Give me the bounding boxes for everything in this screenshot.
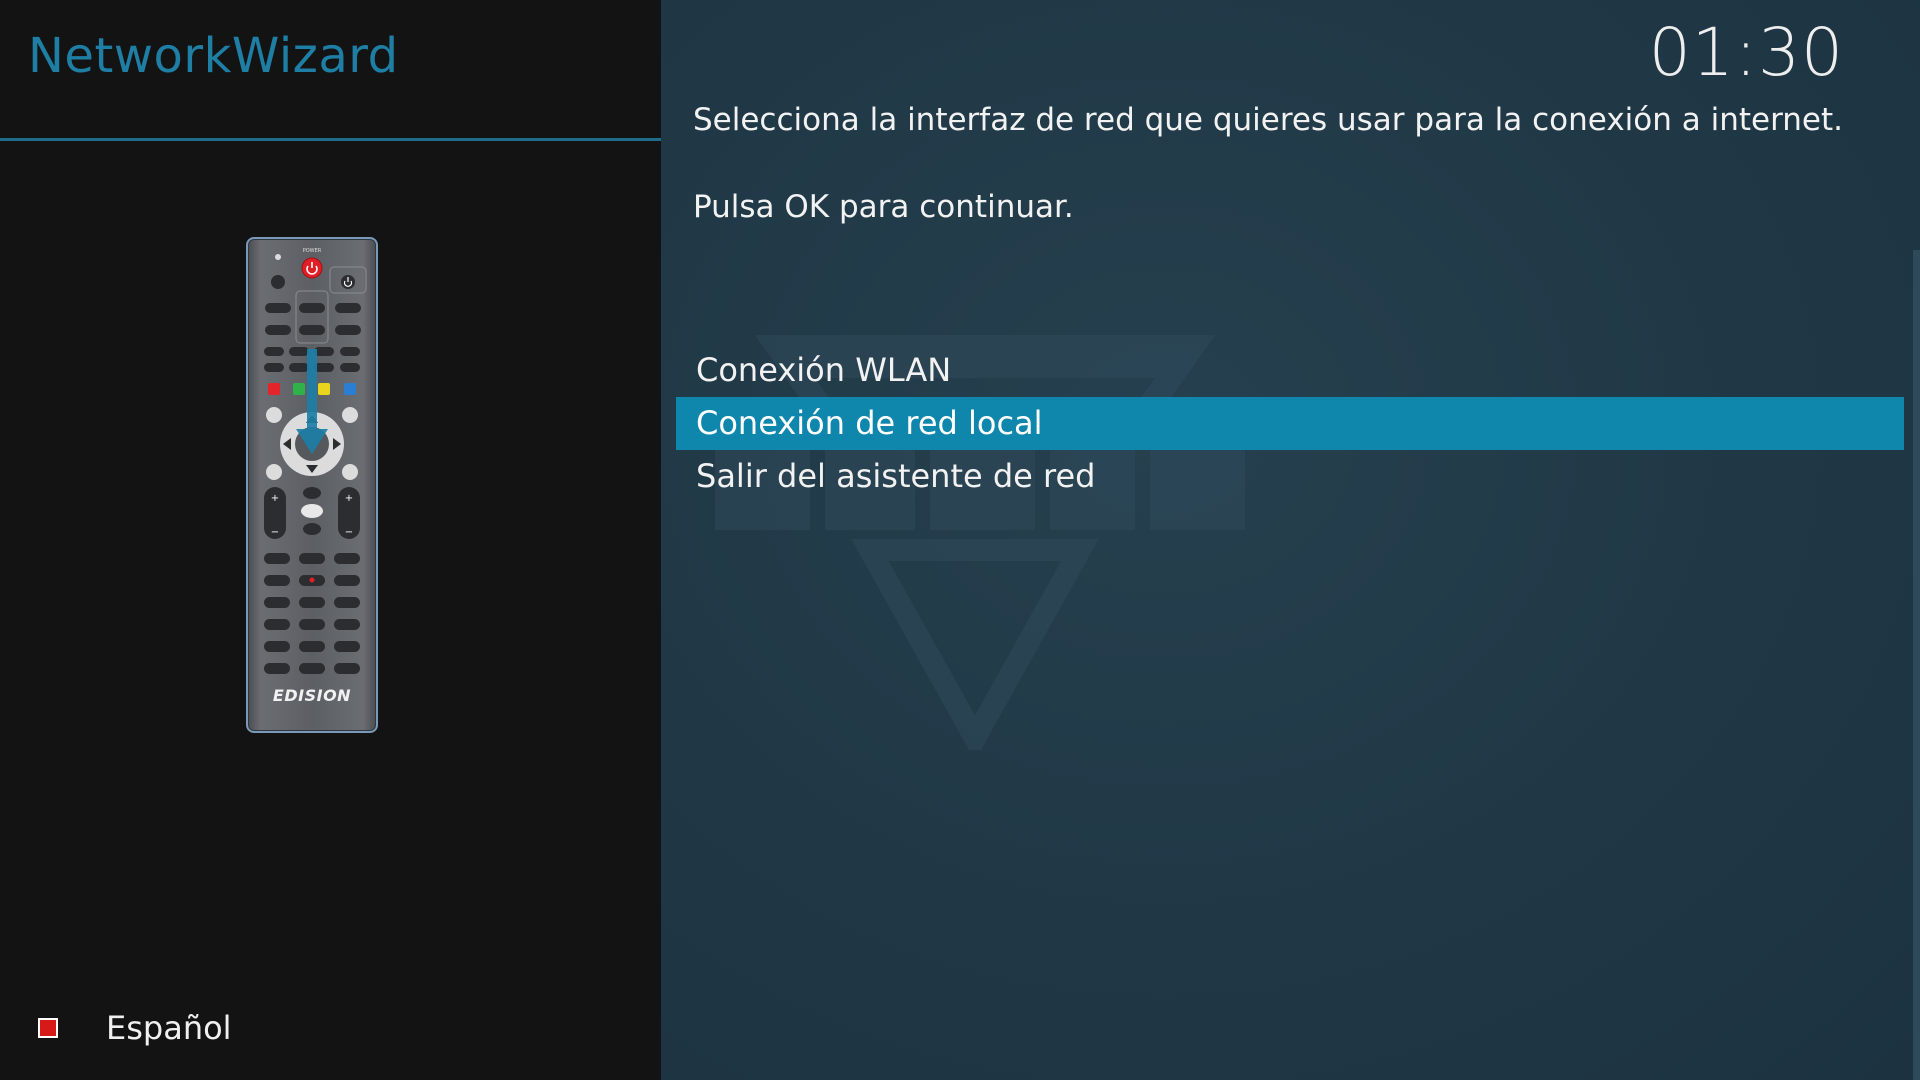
menu-item-exit-wizard[interactable]: Salir del asistente de red bbox=[676, 450, 1904, 503]
remote-control-image: POWER + − + − EDISION bbox=[246, 237, 378, 733]
svg-text:+: + bbox=[271, 493, 279, 504]
main-panel: 01:30 Selecciona la interfaz de red que … bbox=[661, 0, 1920, 1080]
remote-brand-logo: EDISION bbox=[272, 686, 352, 705]
instructions: Selecciona la interfaz de red que quiere… bbox=[693, 98, 1873, 229]
language-indicator: Español bbox=[38, 1008, 232, 1048]
power-label: POWER bbox=[303, 248, 322, 254]
scrollbar[interactable] bbox=[1913, 250, 1920, 1080]
title-divider bbox=[0, 138, 661, 141]
svg-text:−: − bbox=[271, 527, 279, 538]
svg-text:−: − bbox=[345, 527, 353, 538]
svg-text:+: + bbox=[345, 493, 353, 504]
language-flag-icon bbox=[38, 1018, 58, 1038]
instruction-hint: Pulsa OK para continuar. bbox=[693, 189, 1074, 225]
remote-buttons-graphic: POWER + − + − bbox=[264, 248, 367, 674]
instruction-text: Selecciona la interfaz de red que quiere… bbox=[693, 102, 1844, 138]
menu-item-lan[interactable]: Conexión de red local bbox=[676, 397, 1904, 450]
sidebar: NetworkWizard POWER + − + − EDISION Espa… bbox=[0, 0, 661, 1080]
menu-item-wlan[interactable]: Conexión WLAN bbox=[676, 344, 1904, 397]
app-title: NetworkWizard bbox=[28, 28, 399, 84]
language-label: Español bbox=[106, 1009, 232, 1047]
clock: 01:30 bbox=[1648, 14, 1844, 91]
interface-menu: Conexión WLAN Conexión de red local Sali… bbox=[676, 344, 1904, 503]
